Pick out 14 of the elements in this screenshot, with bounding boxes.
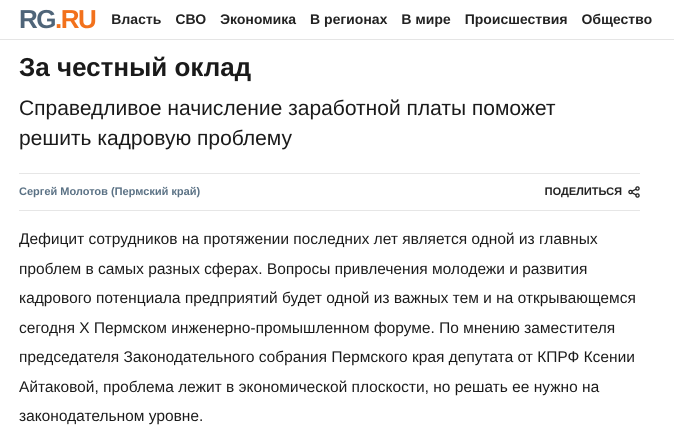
nav-link[interactable]: Общество (582, 9, 652, 30)
nav-link[interactable]: В регионах (310, 9, 388, 30)
nav-link[interactable]: СВО (175, 9, 206, 30)
article-title: За честный оклад (19, 51, 252, 84)
nav-link[interactable]: Происшествия (464, 9, 568, 30)
share-icon (628, 186, 640, 198)
nav-link[interactable]: Экономика (220, 9, 296, 30)
author-link[interactable]: Сергей Молотов (Пермский край) (19, 184, 200, 200)
logo[interactable]: RG.RU (19, 0, 96, 39)
share-button[interactable]: ПОДЕЛИТЬСЯ (544, 184, 640, 200)
nav-link[interactable]: В мире (401, 9, 451, 30)
article-body: Дефицит сотрудников на протяжении последних лет является одной из главных проблем в самых разных сферах. Вопросы привлечения молодежи и развития кадрового потенциала предприятий будет одной из важных тем и на открывающемся сегодня X Пермском инженерно-промышленном форуме. По мнению заместителя председателя Законодательного собрания Пермского края депутата от КПРФ Ксении Айтаковой, проблема лежит в экономической плоскости, но решать ее нужно на законодательном уровне. (19, 230, 637, 427)
nav-link[interactable]: Власть (111, 9, 162, 30)
article-subtitle: Справедливое начисление заработной платы поможет решить кадровую проблему (19, 96, 556, 152)
